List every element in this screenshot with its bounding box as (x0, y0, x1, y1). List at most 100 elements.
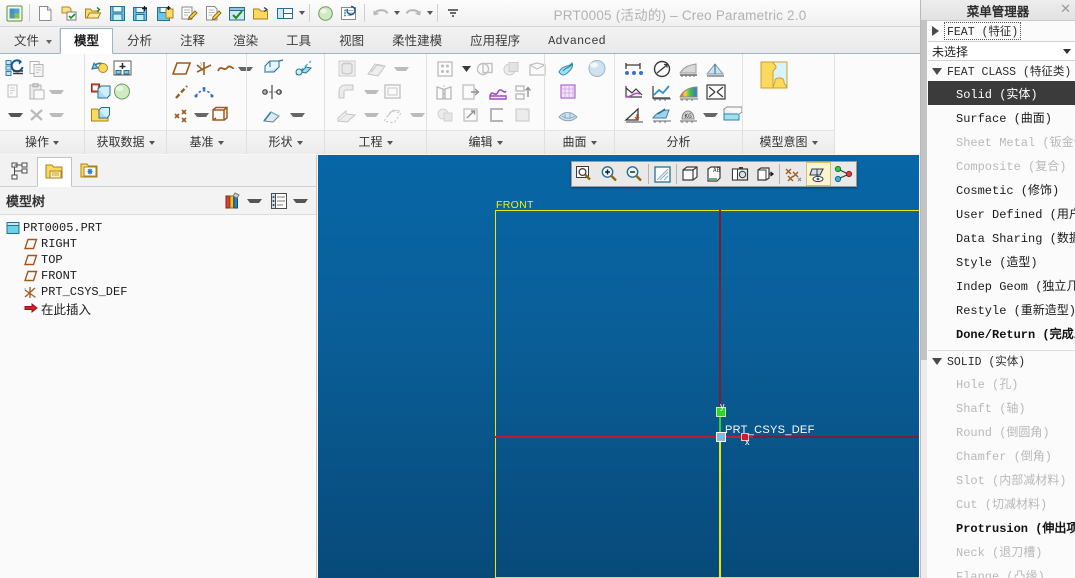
mass-properties-icon[interactable]: KG (675, 104, 702, 125)
offset-icon[interactable] (511, 81, 537, 102)
tree-item-insert-here[interactable]: 在此插入 (4, 300, 316, 317)
global-interference-icon[interactable] (702, 81, 729, 102)
datum-curve-icon[interactable] (215, 58, 237, 79)
ribbon-group-editing-title[interactable]: 编辑 (427, 130, 544, 154)
measure-diameter-icon[interactable] (648, 58, 675, 79)
creo-logo-icon[interactable] (2, 1, 26, 25)
view-manager-icon[interactable]: AB (703, 162, 728, 186)
tab-annotate[interactable]: 注释 (166, 28, 219, 53)
menu-section-feat[interactable]: FEAT (特征) (928, 21, 1075, 41)
blend-icon[interactable] (259, 104, 289, 125)
import-icon[interactable] (89, 58, 111, 79)
external-copy-geom-icon[interactable] (89, 81, 111, 102)
chevron-down-icon[interactable] (1063, 48, 1071, 54)
undo-caret-icon[interactable] (392, 1, 401, 25)
window-layout-caret-icon[interactable] (297, 1, 306, 25)
tree-item-part[interactable]: PRT0005.PRT (4, 220, 316, 236)
tab-render[interactable]: 渲染 (219, 28, 272, 53)
paste-icon[interactable] (26, 81, 48, 102)
trim-icon[interactable] (433, 104, 459, 125)
merge-inherit-icon[interactable] (111, 58, 133, 79)
datum-point-icon[interactable] (171, 104, 193, 125)
datum-point-caret-icon[interactable] (194, 112, 209, 117)
menu-item-user-defined[interactable]: User Defined (用户定义) (928, 201, 1075, 225)
hole-icon[interactable] (333, 58, 363, 79)
tab-analysis[interactable]: 分析 (113, 28, 166, 53)
menu-section-solid[interactable]: SOLID (实体) (928, 351, 1075, 371)
new-file-icon[interactable] (33, 1, 57, 25)
intersect-icon[interactable] (499, 58, 525, 79)
surface-mesh-icon[interactable] (555, 104, 583, 125)
sphere-surface-icon[interactable] (583, 58, 611, 79)
menu-manager-scroll-thumb[interactable] (921, 20, 927, 360)
repaint-icon[interactable] (650, 162, 675, 186)
delete-icon[interactable] (26, 104, 48, 125)
draft-offset-caret-icon[interactable] (410, 112, 425, 117)
fill-icon[interactable] (511, 104, 537, 125)
zoom-in-icon[interactable] (597, 162, 622, 186)
delete-caret-icon[interactable] (49, 112, 64, 117)
surface-color-analysis-icon[interactable] (675, 81, 702, 102)
menu-item-restyle[interactable]: Restyle (重新造型) (928, 297, 1075, 321)
model-player-icon[interactable] (718, 104, 745, 125)
menu-item-solid[interactable]: Solid (实体) (928, 81, 1075, 105)
window-layout-icon[interactable] (273, 1, 297, 25)
csys-name-label[interactable]: PRT_CSYS_DEF (725, 424, 815, 436)
tree-tools-caret-icon[interactable] (247, 198, 262, 203)
tree-display-icon[interactable] (268, 190, 290, 211)
solidify-icon[interactable] (485, 104, 511, 125)
tab-flexible-modeling[interactable]: 柔性建模 (378, 28, 456, 53)
ribbon-group-engineering-title[interactable]: 工程 (325, 130, 426, 154)
tab-applications[interactable]: 应用程序 (456, 28, 534, 53)
shell-caret-icon[interactable] (394, 66, 409, 71)
draft-offset-icon[interactable] (379, 104, 409, 125)
appearance-gallery-icon[interactable] (831, 162, 856, 186)
menu-item-data-sharing[interactable]: Data Sharing (数据共享) (928, 225, 1075, 249)
merge-icon[interactable] (473, 58, 499, 79)
regenerate-icon[interactable] (4, 58, 26, 79)
extend-icon[interactable] (459, 81, 485, 102)
paste-caret-icon[interactable] (49, 89, 64, 94)
tree-tools-icon[interactable] (223, 190, 245, 211)
operations-caret-icon[interactable] (4, 104, 26, 125)
ribbon-group-surfaces-title[interactable]: 曲面 (545, 130, 614, 154)
save-backup-icon[interactable] (153, 1, 177, 25)
tab-model[interactable]: 模型 (60, 28, 114, 54)
edit-sheet-icon[interactable] (201, 1, 225, 25)
folder-browser-tab[interactable] (37, 157, 72, 187)
save-icon[interactable] (105, 1, 129, 25)
pattern-icon[interactable] (433, 58, 459, 79)
edit-model-icon[interactable] (177, 1, 201, 25)
curvature-analysis-icon[interactable] (621, 81, 648, 102)
datum-axis-icon[interactable] (171, 81, 193, 102)
copy-icon[interactable] (26, 58, 48, 79)
save-a-copy-icon[interactable] (129, 1, 153, 25)
mass-caret-icon[interactable] (703, 112, 718, 117)
datum-plane-icon[interactable] (171, 58, 193, 79)
tree-item-front[interactable]: FRONT (4, 268, 316, 284)
pattern-caret-icon[interactable] (459, 58, 473, 79)
shell-icon[interactable] (363, 58, 393, 79)
saved-views-icon[interactable] (678, 162, 703, 186)
tab-file[interactable]: 文件 (0, 28, 61, 53)
regenerate-list-icon[interactable] (337, 1, 361, 25)
regenerate-list-icon[interactable] (4, 81, 26, 102)
publish-geometry-icon[interactable] (89, 104, 111, 125)
round-icon[interactable] (333, 81, 363, 102)
menu-item-cosmetic[interactable]: Cosmetic (修饰) (928, 177, 1075, 201)
model-tree-tab[interactable] (2, 156, 37, 186)
ribbon-group-operations-title[interactable]: 操作 (0, 130, 84, 154)
ribbon-group-model-intent-title[interactable]: 模型意图 (743, 130, 834, 154)
perspective-view-icon[interactable] (753, 162, 778, 186)
tree-display-caret-icon[interactable] (293, 198, 308, 203)
datum-plane-front-right[interactable] (720, 210, 919, 578)
new-from-template-icon[interactable] (57, 1, 81, 25)
draft-icon[interactable] (379, 81, 409, 102)
datum-plane-label-front[interactable]: FRONT (496, 199, 534, 211)
refit-icon[interactable] (572, 162, 597, 186)
tree-item-top[interactable]: TOP (4, 252, 316, 268)
tree-item-right[interactable]: RIGHT (4, 236, 316, 252)
ribbon-group-shapes-title[interactable]: 形状 (247, 130, 324, 154)
favorites-tab[interactable] (72, 156, 107, 186)
named-view-camera-icon[interactable] (728, 162, 753, 186)
